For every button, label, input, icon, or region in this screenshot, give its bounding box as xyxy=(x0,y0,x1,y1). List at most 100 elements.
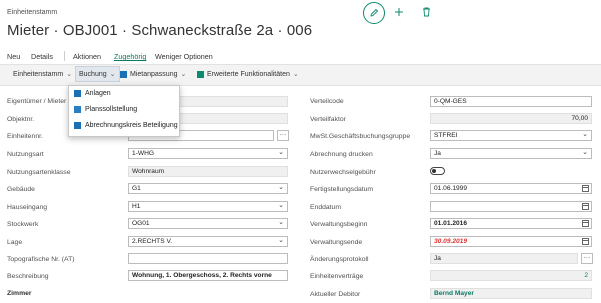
menu-item-planssollstellung[interactable]: Planssollstellung xyxy=(74,106,137,113)
enddatum-field[interactable] xyxy=(430,201,592,212)
anlagen-icon xyxy=(74,90,81,97)
chevron-down-icon: ⌄ xyxy=(180,71,187,78)
label-nutzungsartenklasse: Nutzungsartenklasse xyxy=(7,169,71,176)
mwst-gruppe-select[interactable]: STFREI ⌄ xyxy=(430,130,592,141)
label-stockwerk: Stockwerk xyxy=(7,221,39,228)
abrechnung-drucken-value: Ja xyxy=(434,150,441,157)
verteilfaktor-field: 70,00 xyxy=(430,113,592,124)
label-verteilfaktor: Verteilfaktor xyxy=(310,116,346,123)
beschreibung-field[interactable]: Wohnung, 1. Obergeschoss, 2. Rechts vorn… xyxy=(128,270,288,281)
section-zimmer: Zimmer xyxy=(7,290,32,297)
chevron-down-icon: ⌄ xyxy=(278,219,284,226)
label-nutzerwechselgebuehr: Nutzerwechselgebühr xyxy=(310,169,376,176)
label-verwaltungsende: Verwaltungsende xyxy=(310,239,363,246)
label-verwaltungsbeginn: Verwaltungsbeginn xyxy=(310,221,368,228)
verwaltungsbeginn-field[interactable]: 01.01.2016 xyxy=(430,218,592,229)
toolbar-einheitenstamm[interactable]: Einheitenstamm ⌄ xyxy=(13,70,73,79)
calendar-icon[interactable] xyxy=(582,238,589,245)
label-abrechnung-drucken: Abrechnung drucken xyxy=(310,151,373,158)
label-objektnr: Objektnr. xyxy=(7,116,35,123)
verwaltungsende-value: 30.09.2019 xyxy=(434,238,468,245)
calendar-icon[interactable] xyxy=(582,203,589,210)
stockwerk-value: OG01 xyxy=(132,220,150,227)
nutzerwechselgebuehr-toggle[interactable] xyxy=(430,167,445,175)
chevron-down-icon: ⌄ xyxy=(278,237,284,244)
breadcrumb: Einheitenstamm xyxy=(7,9,58,16)
fertigstellungsdatum-value: 01.06.1999 xyxy=(434,185,468,192)
stockwerk-select[interactable]: OG01 ⌄ xyxy=(128,218,288,229)
label-lage: Lage xyxy=(7,239,23,246)
nav-aktionen[interactable]: Aktionen xyxy=(73,52,101,61)
gebaeude-value: G1 xyxy=(132,185,141,192)
nav-weniger-optionen[interactable]: Weniger Optionen xyxy=(155,52,213,61)
gebaeude-select[interactable]: G1 ⌄ xyxy=(128,183,288,194)
nutzungsart-value: 1-WHG xyxy=(132,150,154,157)
einheitenvertraege-field[interactable]: 2 xyxy=(430,270,592,281)
hauseingang-value: H1 xyxy=(132,203,141,210)
planssollstellung-icon xyxy=(74,106,81,113)
chevron-down-icon: ⌄ xyxy=(292,71,299,78)
nav-divider xyxy=(64,51,65,61)
edit-button[interactable] xyxy=(363,2,385,24)
page-title: Mieter · OBJ001 · Schwaneckstraße 2a · 0… xyxy=(7,22,313,39)
menu-item-planssollstellung-label: Planssollstellung xyxy=(85,106,138,113)
mwst-gruppe-value: STFREI xyxy=(434,132,458,139)
mietanpassung-icon xyxy=(120,70,127,78)
verteilcode-field[interactable]: 0-QM-GES xyxy=(430,96,592,107)
add-icon[interactable] xyxy=(394,6,404,19)
lage-select[interactable]: 2.RECHTS V. ⌄ xyxy=(128,236,288,247)
menu-item-abrechnungskreis-label: Abrechnungskreis Beteiligung xyxy=(85,122,178,129)
chevron-down-icon: ⌄ xyxy=(582,149,588,156)
label-verteilcode: Verteilcode xyxy=(310,98,344,105)
einheitennr-lookup-button[interactable]: … xyxy=(277,130,289,141)
pencil-icon xyxy=(370,8,379,17)
verwaltungsende-field[interactable]: 30.09.2019 xyxy=(430,236,592,247)
lage-value: 2.RECHTS V. xyxy=(132,238,173,245)
abrechnungskreis-icon xyxy=(74,122,81,129)
label-eigentuemer: Eigentümer / Mieter xyxy=(7,98,67,105)
label-topografische-nr: Topografische Nr. (AT) xyxy=(7,256,75,263)
aenderungsprotokoll-field: Ja xyxy=(430,253,578,264)
hauseingang-select[interactable]: H1 ⌄ xyxy=(128,201,288,212)
calendar-icon[interactable] xyxy=(582,220,589,227)
toolbar-einheitenstamm-label: Einheitenstamm xyxy=(13,70,64,78)
functions-icon xyxy=(197,70,204,78)
menu-item-anlagen[interactable]: Anlagen xyxy=(74,90,111,97)
nutzungsartenklasse-field: Wohnraum xyxy=(128,166,288,177)
label-aktueller-debitor: Aktueller Debitor xyxy=(310,291,361,298)
chevron-down-icon: ⌄ xyxy=(278,184,284,191)
label-einheitennr: Einheitennr. xyxy=(7,133,43,140)
aenderungsprotokoll-lookup-button[interactable]: … xyxy=(581,253,593,264)
label-mwst-gruppe: MwSt.Geschäftsbuchungsgruppe xyxy=(310,133,411,140)
topografische-nr-field[interactable] xyxy=(128,253,288,264)
label-aenderungsprotokoll: Änderungsprotokoll xyxy=(310,256,369,263)
label-enddatum: Enddatum xyxy=(310,204,341,211)
menu-item-abrechnungskreis-beteiligung[interactable]: Abrechnungskreis Beteiligung xyxy=(74,122,178,129)
label-nutzungsart: Nutzungsart xyxy=(7,151,44,158)
nav-neu[interactable]: Neu xyxy=(7,52,20,61)
nav-zugehoerig[interactable]: Zugehörig xyxy=(114,52,146,61)
menu-item-anlagen-label: Anlagen xyxy=(85,90,111,97)
chevron-down-icon: ⌄ xyxy=(278,202,284,209)
toolbar-mietanpassung-label: Mietanpassung xyxy=(130,70,178,78)
chevron-down-icon: ⌄ xyxy=(109,71,116,78)
chevron-down-icon: ⌄ xyxy=(66,71,73,78)
calendar-icon[interactable] xyxy=(582,185,589,192)
toolbar-buchung-label: Buchung xyxy=(79,70,107,78)
toolbar-erweiterte-funktionalitaeten[interactable]: Erweiterte Funktionalitäten ⌄ xyxy=(197,70,299,78)
label-einheitenvertraege: Einheitenverträge xyxy=(310,273,364,280)
toolbar-erweiterte-label: Erweiterte Funktionalitäten xyxy=(207,70,290,78)
aktueller-debitor-field[interactable]: Bernd Mayer xyxy=(430,288,592,299)
abrechnung-drucken-select[interactable]: Ja ⌄ xyxy=(430,148,592,159)
verwaltungsbeginn-value: 01.01.2016 xyxy=(434,220,468,227)
nav-details[interactable]: Details xyxy=(31,52,53,61)
toolbar-buchung[interactable]: Buchung ⌄ xyxy=(75,66,120,82)
label-gebaeude: Gebäude xyxy=(7,186,35,193)
fertigstellungsdatum-field[interactable]: 01.06.1999 xyxy=(430,183,592,194)
label-fertigstellungsdatum: Fertigstellungsdatum xyxy=(310,186,374,193)
toolbar-mietanpassung[interactable]: Mietanpassung ⌄ xyxy=(120,70,186,78)
nutzungsart-select[interactable]: 1-WHG ⌄ xyxy=(128,148,288,159)
label-hauseingang: Hauseingang xyxy=(7,204,48,211)
delete-icon[interactable] xyxy=(422,6,431,19)
label-beschreibung: Beschreibung xyxy=(7,273,49,280)
